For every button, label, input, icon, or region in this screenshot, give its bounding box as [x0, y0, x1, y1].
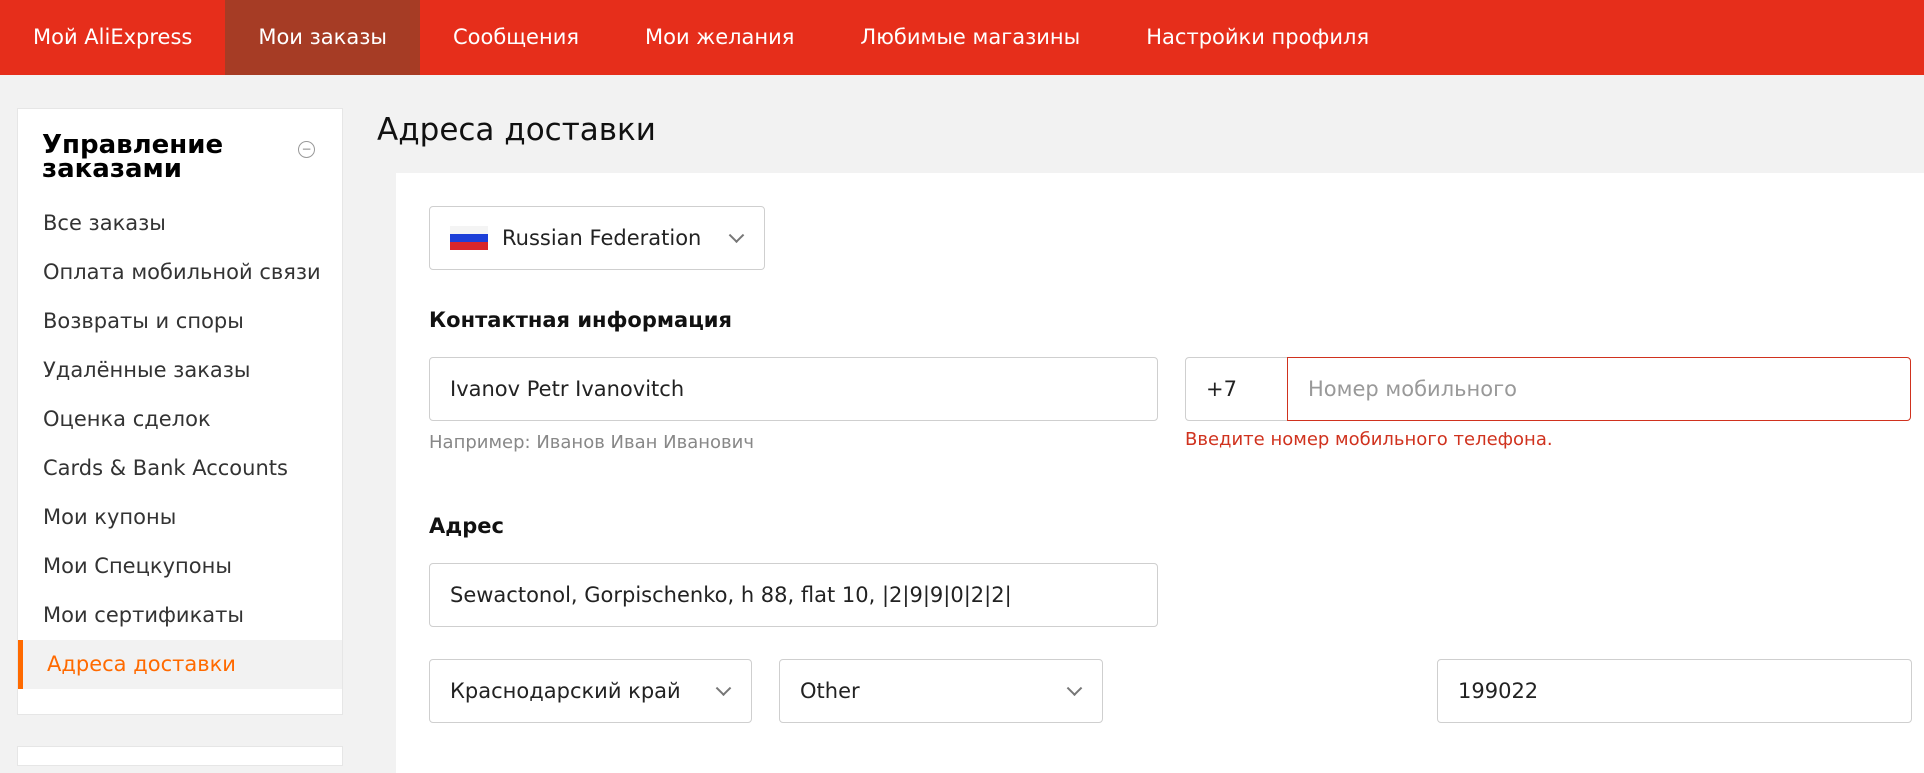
city-value: Other — [800, 679, 860, 703]
sidebar-item-shipping-addresses[interactable]: Адреса доставки — [18, 640, 342, 689]
city-select[interactable]: Other — [779, 659, 1103, 723]
contact-info-label: Контактная информация — [429, 308, 732, 332]
chevron-down-icon — [715, 680, 732, 697]
zip-value: 199022 — [1458, 679, 1539, 703]
sidebar-item-returns-disputes[interactable]: Возвраты и споры — [18, 297, 342, 346]
chevron-down-icon — [1066, 680, 1083, 697]
sidebar-secondary-box — [17, 746, 343, 766]
full-name-input[interactable]: Ivanov Petr Ivanovitch — [429, 357, 1158, 421]
sidebar-item-coupons[interactable]: Мои купоны — [18, 493, 342, 542]
nav-messages[interactable]: Сообщения — [420, 0, 612, 75]
sidebar-item-feedback[interactable]: Оценка сделок — [18, 395, 342, 444]
full-name-hint: Например: Иванов Иван Иванович — [429, 432, 754, 453]
top-navigation: Мой AliExpress Мои заказы Сообщения Мои … — [0, 0, 1924, 75]
street-address-input[interactable]: Sewactonol, Gorpischenko, h 88, flat 10,… — [429, 563, 1158, 627]
region-value: Краснодарский край — [450, 679, 681, 703]
phone-number-input[interactable]: Номер мобильного — [1287, 357, 1911, 421]
zip-input[interactable]: 199022 — [1437, 659, 1912, 723]
phone-error-message: Введите номер мобильного телефона. — [1185, 429, 1553, 450]
phone-country-code[interactable]: +7 — [1185, 357, 1289, 421]
page-title: Адреса доставки — [377, 112, 656, 148]
address-label: Адрес — [429, 514, 504, 538]
sidebar-title: Управление заказами — [42, 130, 224, 184]
russia-flag-icon — [450, 225, 488, 251]
country-select[interactable]: Russian Federation — [429, 206, 765, 270]
region-select[interactable]: Краснодарский край — [429, 659, 752, 723]
sidebar-item-all-orders[interactable]: Все заказы — [18, 199, 342, 248]
phone-placeholder: Номер мобильного — [1308, 377, 1517, 401]
sidebar-item-deleted-orders[interactable]: Удалённые заказы — [18, 346, 342, 395]
nav-my-aliexpress[interactable]: Мой AliExpress — [0, 0, 225, 75]
sidebar: Управление заказами − Все заказы Оплата … — [17, 108, 343, 715]
phone-code-value: +7 — [1206, 377, 1237, 401]
nav-profile-settings[interactable]: Настройки профиля — [1113, 0, 1402, 75]
chevron-down-icon — [728, 227, 745, 244]
sidebar-item-mobile-payment[interactable]: Оплата мобильной связи — [18, 248, 342, 297]
sidebar-item-special-coupons[interactable]: Мои Спецкупоны — [18, 542, 342, 591]
sidebar-item-certificates[interactable]: Мои сертификаты — [18, 591, 342, 640]
full-name-value: Ivanov Petr Ivanovitch — [450, 377, 685, 401]
street-value: Sewactonol, Gorpischenko, h 88, flat 10,… — [450, 583, 1012, 607]
sidebar-item-cards[interactable]: Cards & Bank Accounts — [18, 444, 342, 493]
minus-circle-icon[interactable]: − — [298, 141, 315, 158]
nav-my-orders[interactable]: Мои заказы — [225, 0, 420, 75]
nav-wishlist[interactable]: Мои желания — [612, 0, 827, 75]
country-value: Russian Federation — [502, 226, 702, 250]
nav-favorite-stores[interactable]: Любимые магазины — [827, 0, 1113, 75]
